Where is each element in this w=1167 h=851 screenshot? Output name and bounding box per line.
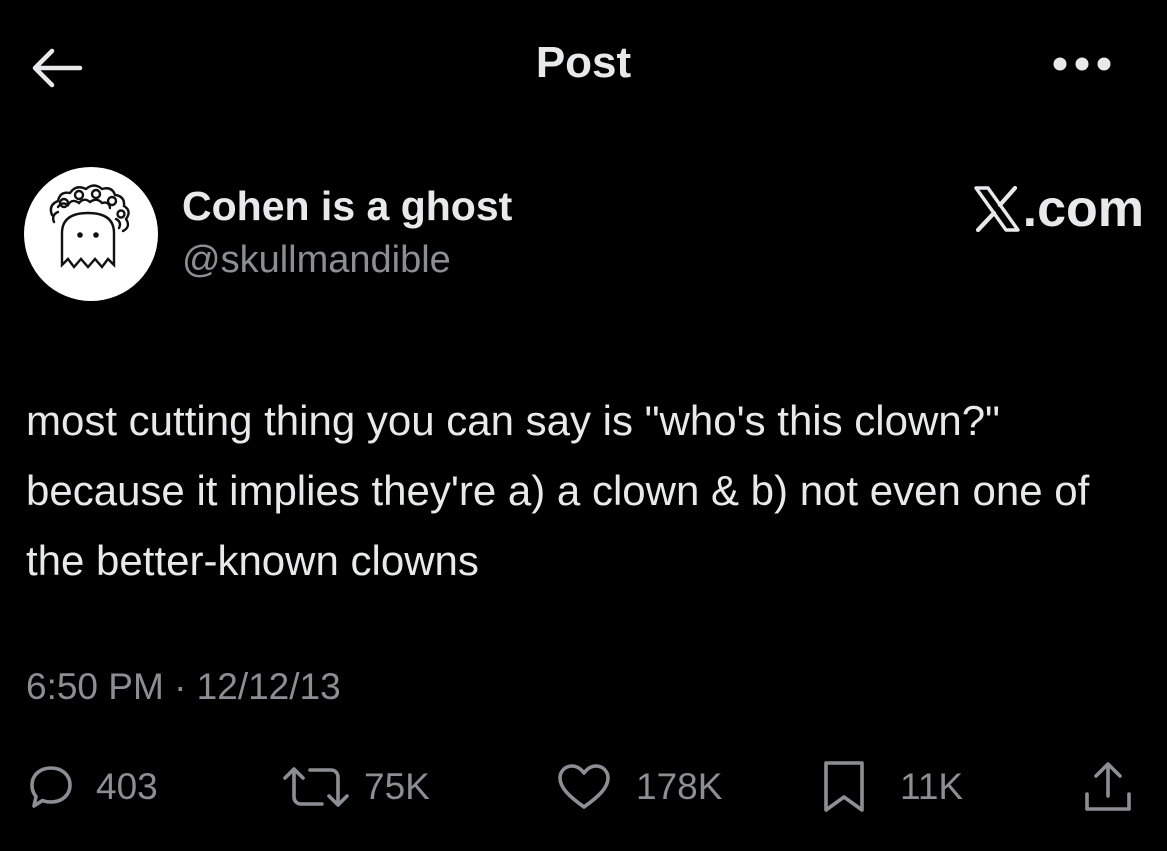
more-horizontal-icon [1053,57,1111,71]
avatar[interactable] [24,167,158,301]
like-count: 178K [636,766,723,807]
repost-icon [283,767,349,807]
ghost-avatar [49,184,130,269]
post-text: most cutting thing you can say is "who's… [26,397,1090,584]
x-logo-icon [973,186,1020,232]
bookmark-button[interactable]: 11K [822,752,963,822]
brand-text: .com [1022,180,1144,238]
action-bar: 403 75K 178K 11K [22,752,1147,822]
reply-button[interactable]: 403 [28,752,158,822]
bookmark-icon [824,761,864,812]
share-icon [1085,762,1131,811]
like-button[interactable]: 178K [556,752,722,822]
repost-button[interactable]: 75K [280,752,430,822]
repost-count: 75K [364,766,430,807]
brand-watermark: .com [973,179,1144,239]
author-name[interactable]: Cohen is a ghost [182,183,512,230]
top-bar: Post [0,0,1167,130]
reply-icon [30,766,72,808]
author-block: Cohen is a ghost @skullmandible .com [24,167,1144,307]
bookmark-count: 11K [900,766,964,807]
reply-count: 403 [96,766,158,807]
more-options-button[interactable] [1050,44,1114,84]
author-handle[interactable]: @skullmandible [182,239,451,282]
page-title: Post [535,38,632,87]
post-timestamp[interactable]: 6:50 PM · 12/12/13 [26,666,341,708]
heart-icon [558,764,610,809]
share-button[interactable] [1082,752,1134,822]
